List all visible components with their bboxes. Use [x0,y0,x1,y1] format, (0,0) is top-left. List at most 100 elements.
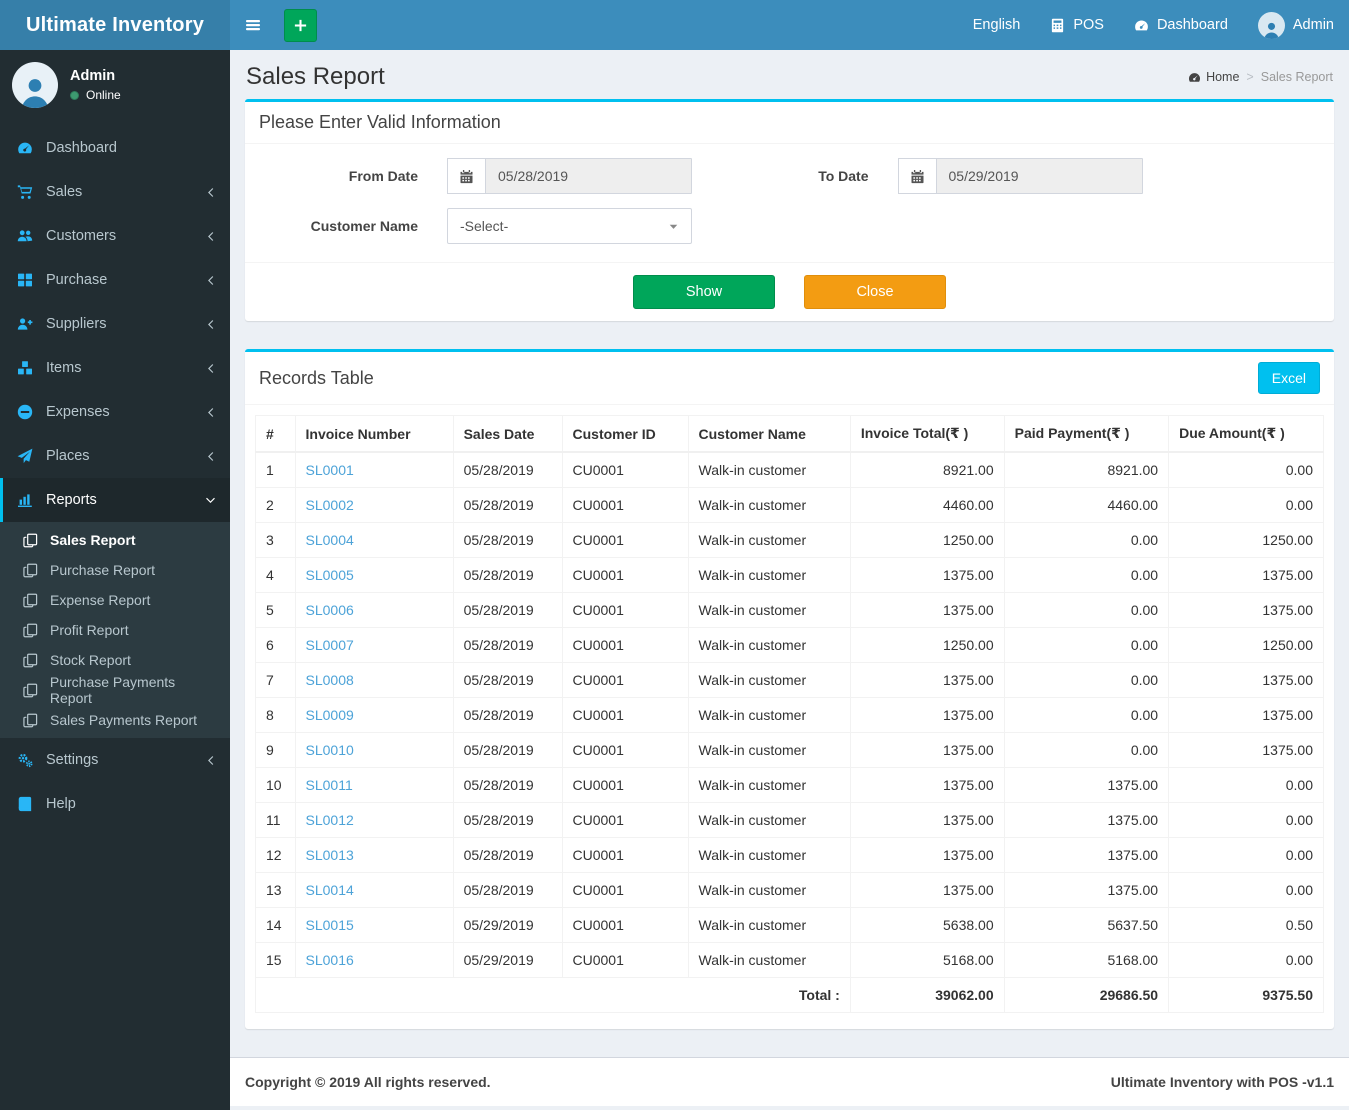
customer-name-cell: Walk-in customer [687,907,851,943]
total-due-amount: 9375.50 [1168,977,1324,1013]
sidebar-item-places[interactable]: Places [0,434,230,478]
sidebar-item-label: Help [46,796,76,812]
sidebar-item-items[interactable]: Items [0,346,230,390]
sidebar-item-purchase[interactable]: Purchase [0,258,230,302]
chevron-left-icon [205,407,216,418]
invoice-link[interactable]: SL0005 [306,567,354,583]
excel-export-button[interactable]: Excel [1257,362,1320,394]
table-header-row: # Invoice Number Sales Date Customer ID Cust… [255,415,1324,453]
sidebar-item-expenses[interactable]: Expenses [0,390,230,434]
sidebar-item-label: Sales [46,184,83,200]
invoice-link[interactable]: SL0004 [306,532,354,548]
sidebar-subitem-purchase-payments-report[interactable]: Purchase Payments Report [0,674,230,706]
column-header-paid-payment: Paid Payment(₹ ) [1003,415,1170,453]
sidebar-subitem-stock-report[interactable]: Stock Report [0,645,230,675]
customer-id-cell: CU0001 [561,732,689,768]
sidebar-toggle-button[interactable] [230,0,276,50]
row-index: 6 [255,627,296,663]
table-row: 5 SL0006 05/28/2019 CU0001 Walk-in customer 1… [255,592,1324,628]
customer-id-cell: CU0001 [561,837,689,873]
sidebar-item-dashboard[interactable]: Dashboard [0,126,230,170]
customer-name-cell: Walk-in customer [687,451,851,488]
due-amount-cell: 1375.00 [1168,697,1324,733]
paid-payment-cell: 1375.00 [1003,767,1170,803]
table-row: 2 SL0002 05/28/2019 CU0001 Walk-in customer 4… [255,487,1324,523]
invoice-link[interactable]: SL0002 [306,497,354,513]
table-row: 13 SL0014 05/28/2019 CU0001 Walk-in customer… [255,872,1324,908]
brand-logo[interactable]: Ultimate Inventory [0,0,230,50]
paid-payment-cell: 0.00 [1003,697,1170,733]
to-date-calendar-button[interactable] [897,158,936,194]
table-row: 1 SL0001 05/28/2019 CU0001 Walk-in customer 8… [255,451,1324,488]
language-menu[interactable]: English [958,0,1036,50]
breadcrumb-home-link[interactable]: Home [1188,70,1239,84]
sidebar-item-suppliers[interactable]: Suppliers [0,302,230,346]
invoice-link[interactable]: SL0001 [306,462,354,478]
sidebar-subitem-purchase-report[interactable]: Purchase Report [0,555,230,585]
plus-icon [293,18,308,33]
to-date-input[interactable] [935,158,1143,194]
from-date-input[interactable] [485,158,692,194]
invoice-link[interactable]: SL0016 [306,952,354,968]
pos-link[interactable]: POS [1035,0,1119,50]
customer-name-cell: Walk-in customer [687,732,851,768]
invoice-link[interactable]: SL0007 [306,637,354,653]
row-index: 9 [255,732,296,768]
total-label: Total : [255,977,851,1013]
sidebar-subitem-profit-report[interactable]: Profit Report [0,615,230,645]
invoice-link[interactable]: SL0006 [306,602,354,618]
sidebar-subitem-sales-report[interactable]: Sales Report [0,525,230,555]
sidebar: Admin Online Dashboard Sales Customers Purc… [0,50,230,1110]
sidebar-subitem-expense-report[interactable]: Expense Report [0,585,230,615]
invoice-link[interactable]: SL0015 [306,917,354,933]
invoice-cell: SL0008 [294,662,454,698]
invoice-link[interactable]: SL0009 [306,707,354,723]
copy-icon [23,623,41,638]
sidebar-item-help[interactable]: Help [0,782,230,826]
row-index: 1 [255,451,296,488]
paper-plane-icon [15,448,35,464]
close-button[interactable]: Close [804,275,946,309]
invoice-cell: SL0012 [294,802,454,838]
invoice-link[interactable]: SL0008 [306,672,354,688]
column-header-sales-date: Sales Date [452,415,563,453]
column-header-due-amount: Due Amount(₹ ) [1168,415,1324,453]
invoice-total-cell: 1375.00 [849,697,1005,733]
sidebar-item-sales[interactable]: Sales [0,170,230,214]
column-header-customer-id: Customer ID [561,415,689,453]
invoice-link[interactable]: SL0013 [306,847,354,863]
quick-add-button[interactable] [284,8,317,42]
customer-name-cell: Walk-in customer [687,872,851,908]
invoice-total-cell: 1375.00 [849,872,1005,908]
chevron-left-icon [205,755,216,766]
invoice-link[interactable]: SL0012 [306,812,354,828]
user-menu[interactable]: Admin [1243,0,1349,50]
sidebar-item-customers[interactable]: Customers [0,214,230,258]
dashboard-link[interactable]: Dashboard [1119,0,1243,50]
sidebar-subitem-sales-payments-report[interactable]: Sales Payments Report [0,705,230,735]
customer-select[interactable]: -Select- [447,208,692,244]
show-button[interactable]: Show [633,275,775,309]
sales-date-cell: 05/28/2019 [452,767,563,803]
sidebar-item-reports[interactable]: Reports [0,478,230,522]
invoice-link[interactable]: SL0010 [306,742,354,758]
invoice-link[interactable]: SL0011 [306,777,353,793]
sidebar-item-label: Items [46,360,82,376]
version-text: Ultimate Inventory with POS -v1.1 [1110,1074,1334,1090]
page-footer: Copyright © 2019 All rights reserved. Ul… [230,1057,1349,1106]
customer-id-cell: CU0001 [561,487,689,523]
paid-payment-cell: 0.00 [1003,732,1170,768]
sidebar-menu: Dashboard Sales Customers Purchase Suppliers… [0,126,230,826]
sidebar-subitem-label: Profit Report [50,622,129,638]
customer-id-cell: CU0001 [561,697,689,733]
due-amount-cell: 0.00 [1168,802,1324,838]
breadcrumb-separator: > [1246,70,1254,84]
gears-icon [15,752,35,768]
paid-payment-cell: 0.00 [1003,662,1170,698]
sidebar-item-settings[interactable]: Settings [0,738,230,782]
breadcrumb-home-label: Home [1206,70,1240,84]
invoice-link[interactable]: SL0014 [306,882,354,898]
paid-payment-cell: 8921.00 [1003,451,1170,488]
from-date-calendar-button[interactable] [447,158,485,194]
chevron-left-icon [205,275,216,286]
